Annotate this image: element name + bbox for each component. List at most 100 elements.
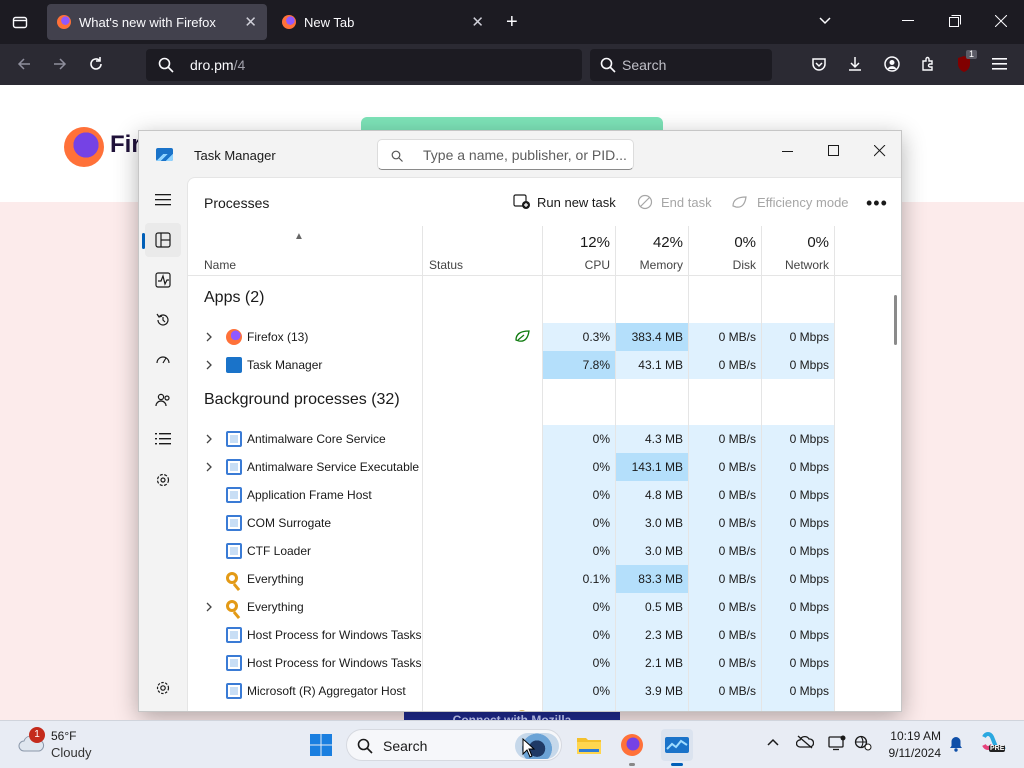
process-row[interactable]: Application Frame Host 0% 4.8 MB 0 MB/s 0 Mb… xyxy=(188,481,886,509)
close-tab-icon[interactable]: ✕ xyxy=(471,13,484,31)
column-status[interactable]: Status xyxy=(429,258,463,272)
task-manager-taskbar-icon[interactable] xyxy=(661,729,693,766)
start-windows-icon[interactable] xyxy=(305,729,337,761)
firefox-taskbar-icon[interactable] xyxy=(616,729,648,766)
copilot-icon[interactable]: PRE xyxy=(980,731,1006,760)
process-row[interactable]: Microsoft (R) Aggregator Host 0% 3.9 MB 0 M… xyxy=(188,677,886,705)
firefox-favicon-icon xyxy=(282,15,296,29)
back-arrow-icon[interactable] xyxy=(16,56,32,72)
task-manager-app-icon xyxy=(156,148,173,161)
process-row[interactable]: Firefox (13) 0.3% 383.4 MB 0 MB/s 0 Mbps xyxy=(188,323,886,351)
minimize-button[interactable] xyxy=(765,136,811,166)
tab-overview-icon[interactable] xyxy=(12,14,28,30)
nav-settings-gear-icon[interactable] xyxy=(145,671,181,705)
process-row[interactable]: Task Manager 7.8% 43.1 MB 0 MB/s 0 Mbps xyxy=(188,351,886,379)
extension-badge: 1 xyxy=(965,50,977,59)
network-value: 0 Mbps xyxy=(789,488,829,502)
maximize-button[interactable] xyxy=(811,136,857,166)
expand-chevron-icon[interactable] xyxy=(205,359,213,373)
minimize-window-icon[interactable] xyxy=(902,20,914,22)
process-row[interactable]: Antimalware Service Executable 0% 143.1 MB… xyxy=(188,453,886,481)
vertical-scrollbar[interactable] xyxy=(894,295,897,345)
nav-performance-icon[interactable] xyxy=(145,263,181,297)
process-name: Application Frame Host xyxy=(247,488,372,502)
nav-services-icon[interactable] xyxy=(145,463,181,497)
process-row[interactable]: Microsoft 365 (Office) (2)0%1.2 MB0 MB/s… xyxy=(188,705,886,711)
disk-value: 0 MB/s xyxy=(718,516,756,530)
expand-chevron-icon[interactable] xyxy=(205,433,213,447)
onedrive-offline-icon[interactable] xyxy=(795,735,815,754)
process-row[interactable]: CTF Loader 0% 3.0 MB 0 MB/s 0 Mbps xyxy=(188,537,886,565)
restore-window-icon[interactable] xyxy=(949,15,961,27)
pocket-icon[interactable] xyxy=(811,56,827,72)
tab-title: What's new with Firefox xyxy=(79,15,216,30)
ublock-extension-icon[interactable]: 1 xyxy=(956,50,977,73)
cpu-total-percent: 12% xyxy=(579,234,610,251)
cpu-value: 0% xyxy=(592,516,610,530)
window-icon xyxy=(226,459,242,475)
network-total-percent: 0% xyxy=(807,234,829,251)
new-tab-plus-icon[interactable]: + xyxy=(506,12,518,32)
page-banner xyxy=(361,117,663,131)
process-row[interactable]: Antimalware Core Service 0% 4.3 MB 0 MB/s 0 … xyxy=(188,425,886,453)
column-header-row: ▲ Name Status 12% CPU 42% Memory 0% Disk… xyxy=(188,226,901,276)
close-tab-icon[interactable]: ✕ xyxy=(244,13,257,31)
nav-menu-button[interactable] xyxy=(145,184,181,218)
more-options-icon[interactable]: ••• xyxy=(866,193,888,214)
window-icon xyxy=(226,627,242,643)
list-tabs-chevron-icon[interactable] xyxy=(818,14,832,28)
network-value: 0 Mbps xyxy=(789,460,829,474)
notification-bell-icon[interactable] xyxy=(948,735,964,758)
process-row[interactable]: Everything 0% 0.5 MB 0 MB/s 0 Mbps xyxy=(188,593,886,621)
reload-icon[interactable] xyxy=(88,56,104,72)
column-divider xyxy=(761,226,762,711)
clock-date[interactable]: 9/11/2024 xyxy=(884,746,942,760)
hamburger-menu-icon[interactable] xyxy=(992,57,1008,71)
column-cpu[interactable]: CPU xyxy=(543,258,610,272)
tab-whats-new[interactable]: What's new with Firefox ✕ xyxy=(47,4,267,40)
network-value: 0 Mbps xyxy=(789,684,829,698)
process-row[interactable]: Host Process for Windows Tasks 0% 2.3 MB 0 … xyxy=(188,621,886,649)
process-row[interactable]: Everything 0.1% 83.3 MB 0 MB/s 0 Mbps xyxy=(188,565,886,593)
network-value: 0 Mbps xyxy=(762,705,835,711)
nav-details-icon[interactable] xyxy=(145,423,181,457)
nav-processes-icon[interactable] xyxy=(142,223,181,257)
clock-time[interactable]: 10:19 AM xyxy=(884,729,941,743)
nav-app-history-icon[interactable] xyxy=(145,303,181,337)
account-icon[interactable] xyxy=(884,56,900,72)
nav-users-icon[interactable] xyxy=(145,383,181,417)
network-value: 0 Mbps xyxy=(789,432,829,446)
process-row[interactable]: Host Process for Windows Tasks 0% 2.1 MB 0 … xyxy=(188,649,886,677)
network-settings-icon[interactable] xyxy=(854,735,872,756)
column-disk[interactable]: Disk xyxy=(689,258,756,272)
expand-chevron-icon[interactable] xyxy=(205,461,213,475)
column-network[interactable]: Network xyxy=(762,258,829,272)
file-explorer-icon[interactable] xyxy=(573,729,605,761)
memory-value: 3.9 MB xyxy=(644,684,683,698)
group-header-apps[interactable]: Apps (2) xyxy=(204,289,264,307)
forward-arrow-icon[interactable] xyxy=(52,56,68,72)
cpu-value: 0% xyxy=(592,488,610,502)
close-window-icon[interactable] xyxy=(995,15,1007,27)
expand-chevron-icon[interactable] xyxy=(205,331,213,345)
column-name[interactable]: Name xyxy=(204,258,236,272)
process-search-input[interactable]: Type a name, publisher, or PID... xyxy=(377,139,634,170)
nav-startup-apps-icon[interactable] xyxy=(145,343,181,377)
window-title: Task Manager xyxy=(194,148,276,163)
memory-value: 3.0 MB xyxy=(644,516,683,530)
group-header-background[interactable]: Background processes (32) xyxy=(204,391,400,409)
process-row[interactable]: COM Surrogate 0% 3.0 MB 0 MB/s 0 Mbps xyxy=(188,509,886,537)
address-bar[interactable]: dro.pm/4 xyxy=(146,49,582,81)
close-button[interactable] xyxy=(857,136,901,166)
show-hidden-icons-chevron-icon[interactable] xyxy=(766,735,780,754)
expand-chevron-icon[interactable] xyxy=(205,601,213,615)
web-search-field[interactable]: Search xyxy=(590,49,772,81)
task-manager-titlebar[interactable]: Task Manager Type a name, publisher, or … xyxy=(139,131,901,177)
column-memory[interactable]: Memory xyxy=(616,258,683,272)
downloads-icon[interactable] xyxy=(847,56,863,72)
display-icon[interactable] xyxy=(828,735,846,756)
tab-new-tab[interactable]: New Tab ✕ xyxy=(272,4,494,40)
end-task-label: End task xyxy=(661,195,712,210)
sort-ascending-icon[interactable]: ▲ xyxy=(294,231,304,242)
extensions-puzzle-icon[interactable] xyxy=(920,56,936,72)
